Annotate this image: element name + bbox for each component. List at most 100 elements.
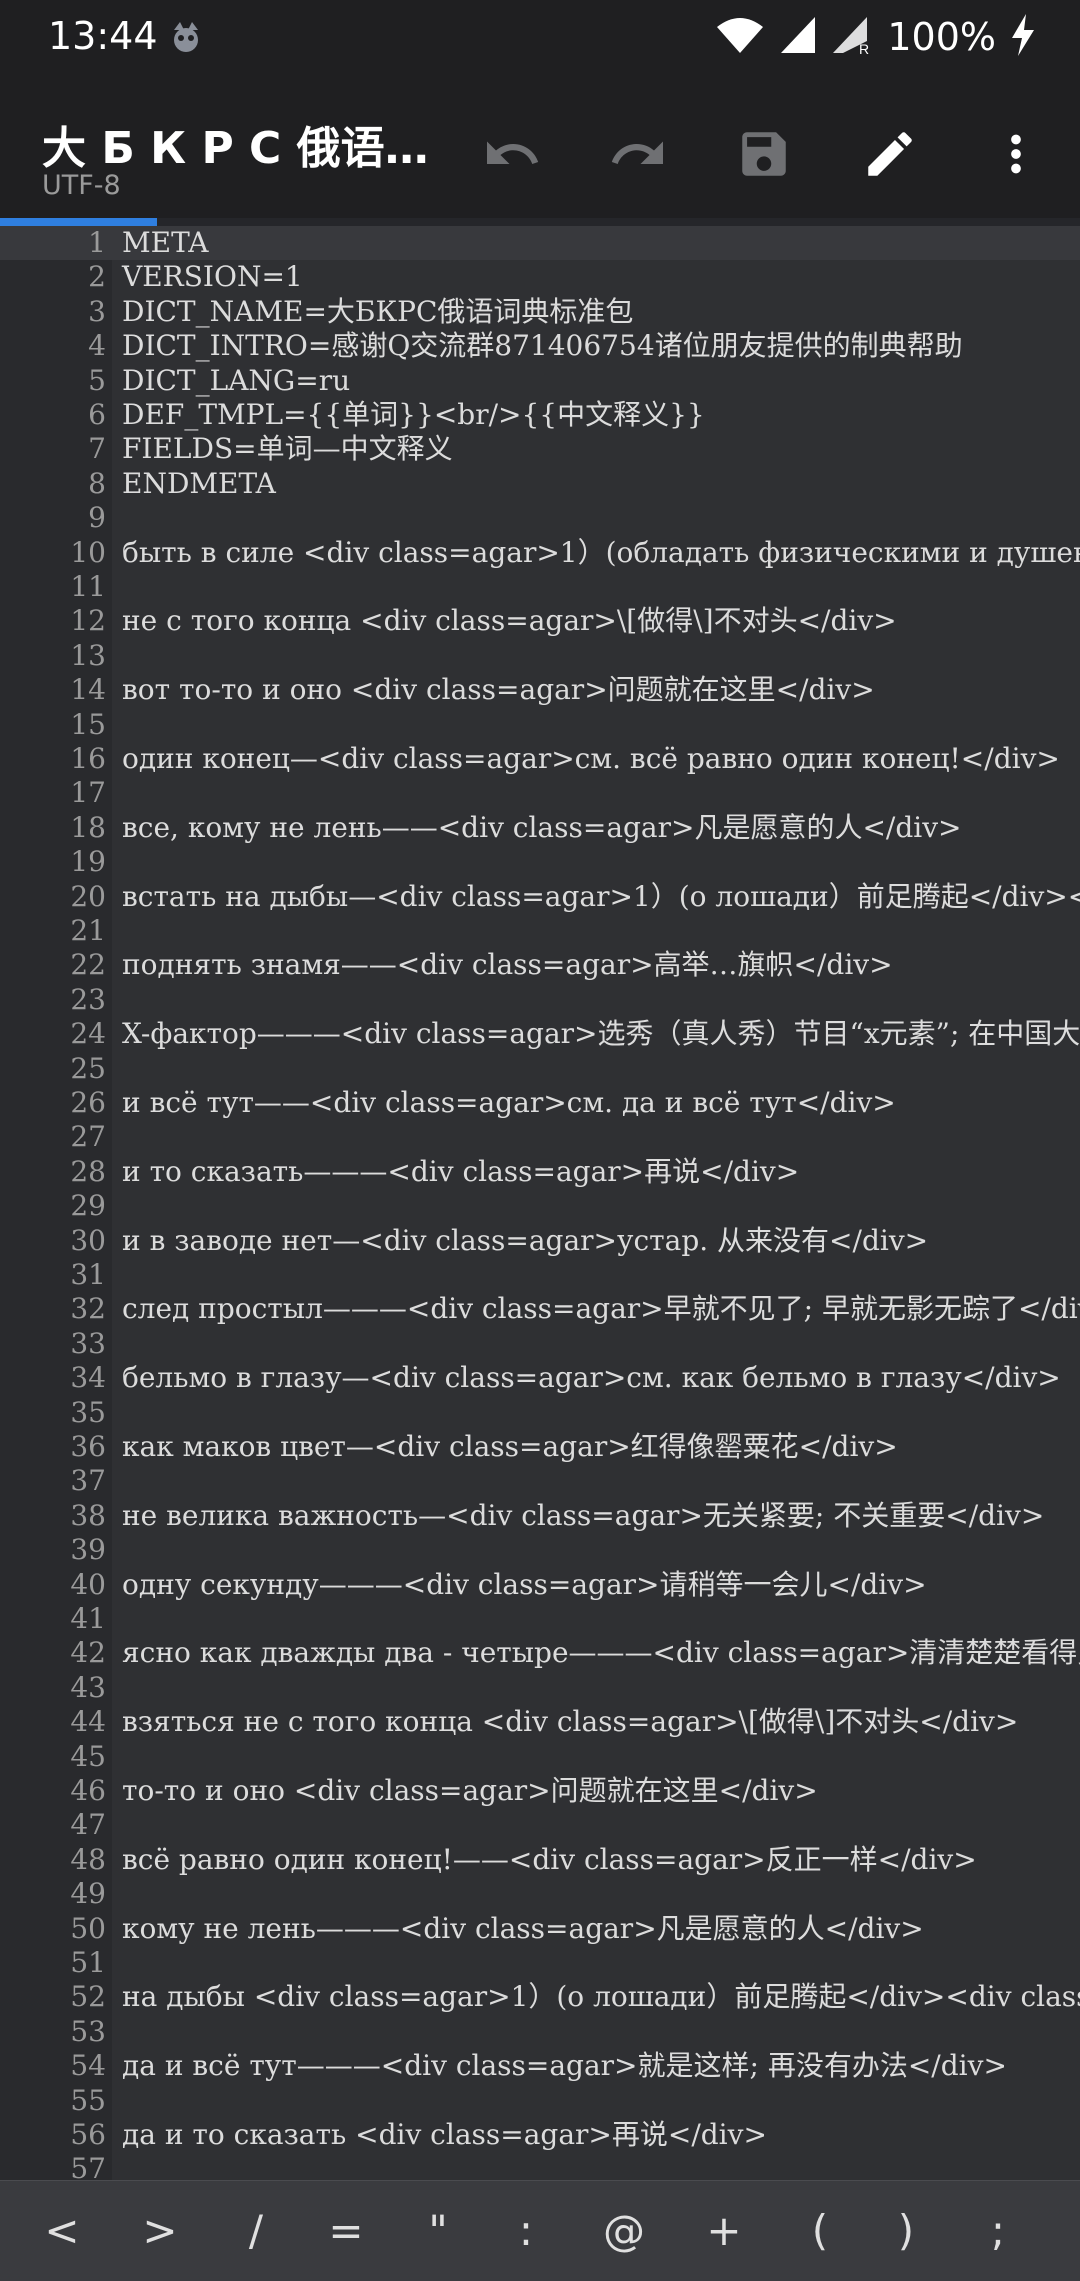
line-text[interactable]: кому не лень———<div class=agar>凡是愿意的人</d… — [122, 1912, 924, 1946]
editor-line[interactable]: 51 — [0, 1946, 1080, 1980]
line-text[interactable]: на дыбы <div class=agar>1）(о лошади）前足腾起… — [122, 1980, 1080, 2014]
editor-line[interactable]: 16 один конец—<div class=agar>см. всё рав… — [0, 742, 1080, 776]
line-text[interactable]: да и всё тут———<div class=agar>就是这样; 再没有… — [122, 2049, 1007, 2083]
editor-line[interactable]: 11 — [0, 570, 1080, 604]
line-text[interactable]: всё равно один конец!——<div class=agar>反… — [122, 1843, 977, 1877]
text-editor[interactable]: 1 META 2 VERSION=1 3 DICT_NAME=大БКРС俄语词典标准包 4 D… — [0, 226, 1080, 2180]
symbol-key-semicolon[interactable]: ; — [958, 2181, 1038, 2281]
editor-line[interactable]: 37 — [0, 1464, 1080, 1498]
line-text[interactable]: VERSION=1 — [122, 260, 303, 294]
symbol-key-plus[interactable]: + — [684, 2181, 764, 2281]
line-text[interactable]: все, кому не лень——<div class=agar>凡是愿意的… — [122, 811, 962, 845]
editor-line[interactable]: 26 и всё тут——<div class=agar>см. да и вс… — [0, 1086, 1080, 1120]
editor-line[interactable]: 14 вот то-то и оно <div class=agar>问题就在这里… — [0, 673, 1080, 707]
line-text[interactable]: встать на дыбы—<div class=agar>1）(о лоша… — [122, 880, 1080, 914]
redo-button[interactable] — [600, 116, 676, 192]
editor-line[interactable]: 5 DICT_LANG=ru — [0, 364, 1080, 398]
symbol-key-colon[interactable]: : — [486, 2181, 566, 2281]
editor-line[interactable]: 10 быть в силе <div class=agar>1）(обладат… — [0, 536, 1080, 570]
editor-line[interactable]: 49 — [0, 1877, 1080, 1911]
editor-line[interactable]: 13 — [0, 639, 1080, 673]
editor-line[interactable]: 55 — [0, 2084, 1080, 2118]
editor-line[interactable]: 57 — [0, 2152, 1080, 2180]
editor-line[interactable]: 34 бельмо в глазу—<div class=agar>см. как… — [0, 1361, 1080, 1395]
editor-line[interactable]: 48 всё равно один конец!——<div class=agar… — [0, 1843, 1080, 1877]
line-text[interactable]: DICT_INTRO=感谢Q交流群871406754诸位朋友提供的制典帮助 — [122, 329, 963, 363]
editor-line[interactable]: 53 — [0, 2015, 1080, 2049]
editor-line[interactable]: 6 DEF_TMPL={{单词}}<br/>{{中文释义}} — [0, 398, 1080, 432]
symbol-key-equals[interactable]: = — [306, 2181, 386, 2281]
file-title[interactable]: 大 Б К Р С 俄语… — [42, 112, 429, 176]
symbol-key-close-paren[interactable]: ) — [866, 2181, 946, 2281]
editor-line[interactable]: 56 да и то сказать <div class=agar>再说</di… — [0, 2118, 1080, 2152]
editor-line[interactable]: 25 — [0, 1052, 1080, 1086]
line-text[interactable]: ENDMETA — [122, 467, 276, 501]
edit-button[interactable] — [852, 116, 928, 192]
editor-line[interactable]: 43 — [0, 1671, 1080, 1705]
editor-line[interactable]: 20 встать на дыбы—<div class=agar>1）(о ло… — [0, 880, 1080, 914]
symbol-key-at-sign[interactable]: @ — [584, 2181, 664, 2281]
line-text[interactable]: одну секунду———<div class=agar>请稍等一会儿</d… — [122, 1568, 927, 1602]
line-text[interactable]: как маков цвет—<div class=agar>红得像罂粟花</d… — [122, 1430, 898, 1464]
editor-line[interactable]: 36 как маков цвет—<div class=agar>红得像罂粟花<… — [0, 1430, 1080, 1464]
editor-line[interactable]: 18 все, кому не лень——<div class=agar>凡是愿… — [0, 811, 1080, 845]
line-text[interactable]: DICT_NAME=大БКРС俄语词典标准包 — [122, 295, 633, 329]
line-text[interactable]: взяться не с того конца <div class=agar>… — [122, 1705, 1018, 1739]
editor-line[interactable]: 46 то-то и оно <div class=agar>问题就在这里</di… — [0, 1774, 1080, 1808]
line-text[interactable]: X-фактор———<div class=agar>选秀（真人秀）节目“x元素… — [122, 1017, 1080, 1051]
line-text[interactable]: DEF_TMPL={{单词}}<br/>{{中文释义}} — [122, 398, 705, 432]
editor-line[interactable]: 3 DICT_NAME=大БКРС俄语词典标准包 — [0, 295, 1080, 329]
symbol-key-less-than[interactable]: < — [22, 2181, 102, 2281]
line-text[interactable]: ясно как дважды два - четыре———<div clas… — [122, 1636, 1080, 1670]
editor-line[interactable]: 40 одну секунду———<div class=agar>请稍等一会儿<… — [0, 1568, 1080, 1602]
line-text[interactable]: один конец—<div class=agar>см. всё равно… — [122, 742, 1060, 776]
line-text[interactable]: бельмо в глазу—<div class=agar>см. как б… — [122, 1361, 1061, 1395]
editor-line[interactable]: 21 — [0, 914, 1080, 948]
symbol-key-double-quote[interactable]: " — [398, 2181, 478, 2281]
editor-line[interactable]: 39 — [0, 1533, 1080, 1567]
line-text[interactable]: и всё тут——<div class=agar>см. да и всё … — [122, 1086, 896, 1120]
line-text[interactable]: вот то-то и оно <div class=agar>问题就在这里</… — [122, 673, 875, 707]
editor-line[interactable]: 42 ясно как дважды два - четыре———<div cl… — [0, 1636, 1080, 1670]
editor-line[interactable]: 35 — [0, 1396, 1080, 1430]
more-options-button[interactable] — [978, 116, 1054, 192]
symbol-key-open-paren[interactable]: ( — [780, 2181, 860, 2281]
editor-line[interactable]: 30 и в заводе нет—<div class=agar>устар. … — [0, 1224, 1080, 1258]
editor-line[interactable]: 47 — [0, 1808, 1080, 1842]
editor-line[interactable]: 27 — [0, 1120, 1080, 1154]
editor-line[interactable]: 4 DICT_INTRO=感谢Q交流群871406754诸位朋友提供的制典帮助 — [0, 329, 1080, 363]
editor-line[interactable]: 28 и то сказать———<div class=agar>再说</div… — [0, 1155, 1080, 1189]
editor-line[interactable]: 8 ENDMETA — [0, 467, 1080, 501]
editor-line[interactable]: 54 да и всё тут———<div class=agar>就是这样; 再… — [0, 2049, 1080, 2083]
line-text[interactable]: да и то сказать <div class=agar>再说</div> — [122, 2118, 767, 2152]
line-text[interactable]: не велика важность—<div class=agar>无关紧要;… — [122, 1499, 1044, 1533]
editor-line[interactable]: 31 — [0, 1258, 1080, 1292]
editor-line[interactable]: 45 — [0, 1740, 1080, 1774]
editor-line[interactable]: 15 — [0, 708, 1080, 742]
line-text[interactable]: след простыл———<div class=agar>早就不见了; 早就… — [122, 1292, 1080, 1326]
editor-line[interactable]: 24 X-фактор———<div class=agar>选秀（真人秀）节目“x… — [0, 1017, 1080, 1051]
line-text[interactable]: поднять знамя——<div class=agar>高举…旗帜</di… — [122, 948, 893, 982]
file-encoding[interactable]: UTF-8 — [42, 170, 121, 201]
line-text[interactable]: и то сказать———<div class=agar>再说</div> — [122, 1155, 799, 1189]
line-text[interactable]: быть в силе <div class=agar>1）(обладать … — [122, 536, 1080, 570]
editor-line[interactable]: 50 кому не лень———<div class=agar>凡是愿意的人<… — [0, 1912, 1080, 1946]
line-text[interactable]: FIELDS=单词—中文释义 — [122, 432, 453, 466]
editor-line[interactable]: 1 META — [0, 226, 1080, 260]
symbol-key-greater-than[interactable]: > — [120, 2181, 200, 2281]
editor-line[interactable]: 33 — [0, 1327, 1080, 1361]
editor-line[interactable]: 32 след простыл———<div class=agar>早就不见了; … — [0, 1292, 1080, 1326]
editor-line[interactable]: 9 — [0, 501, 1080, 535]
editor-line[interactable]: 23 — [0, 983, 1080, 1017]
editor-line[interactable]: 12 не с того конца <div class=agar>\[做得\]… — [0, 604, 1080, 638]
editor-line[interactable]: 38 не велика важность—<div class=agar>无关紧… — [0, 1499, 1080, 1533]
line-text[interactable]: DICT_LANG=ru — [122, 364, 350, 398]
editor-line[interactable]: 41 — [0, 1602, 1080, 1636]
symbol-key-slash[interactable]: / — [216, 2181, 296, 2281]
editor-line[interactable]: 44 взяться не с того конца <div class=aga… — [0, 1705, 1080, 1739]
line-text[interactable]: то-то и оно <div class=agar>问题就在这里</div> — [122, 1774, 818, 1808]
editor-line[interactable]: 29 — [0, 1189, 1080, 1223]
editor-line[interactable]: 19 — [0, 845, 1080, 879]
line-text[interactable]: META — [122, 226, 208, 260]
editor-line[interactable]: 22 поднять знамя——<div class=agar>高举…旗帜</… — [0, 948, 1080, 982]
